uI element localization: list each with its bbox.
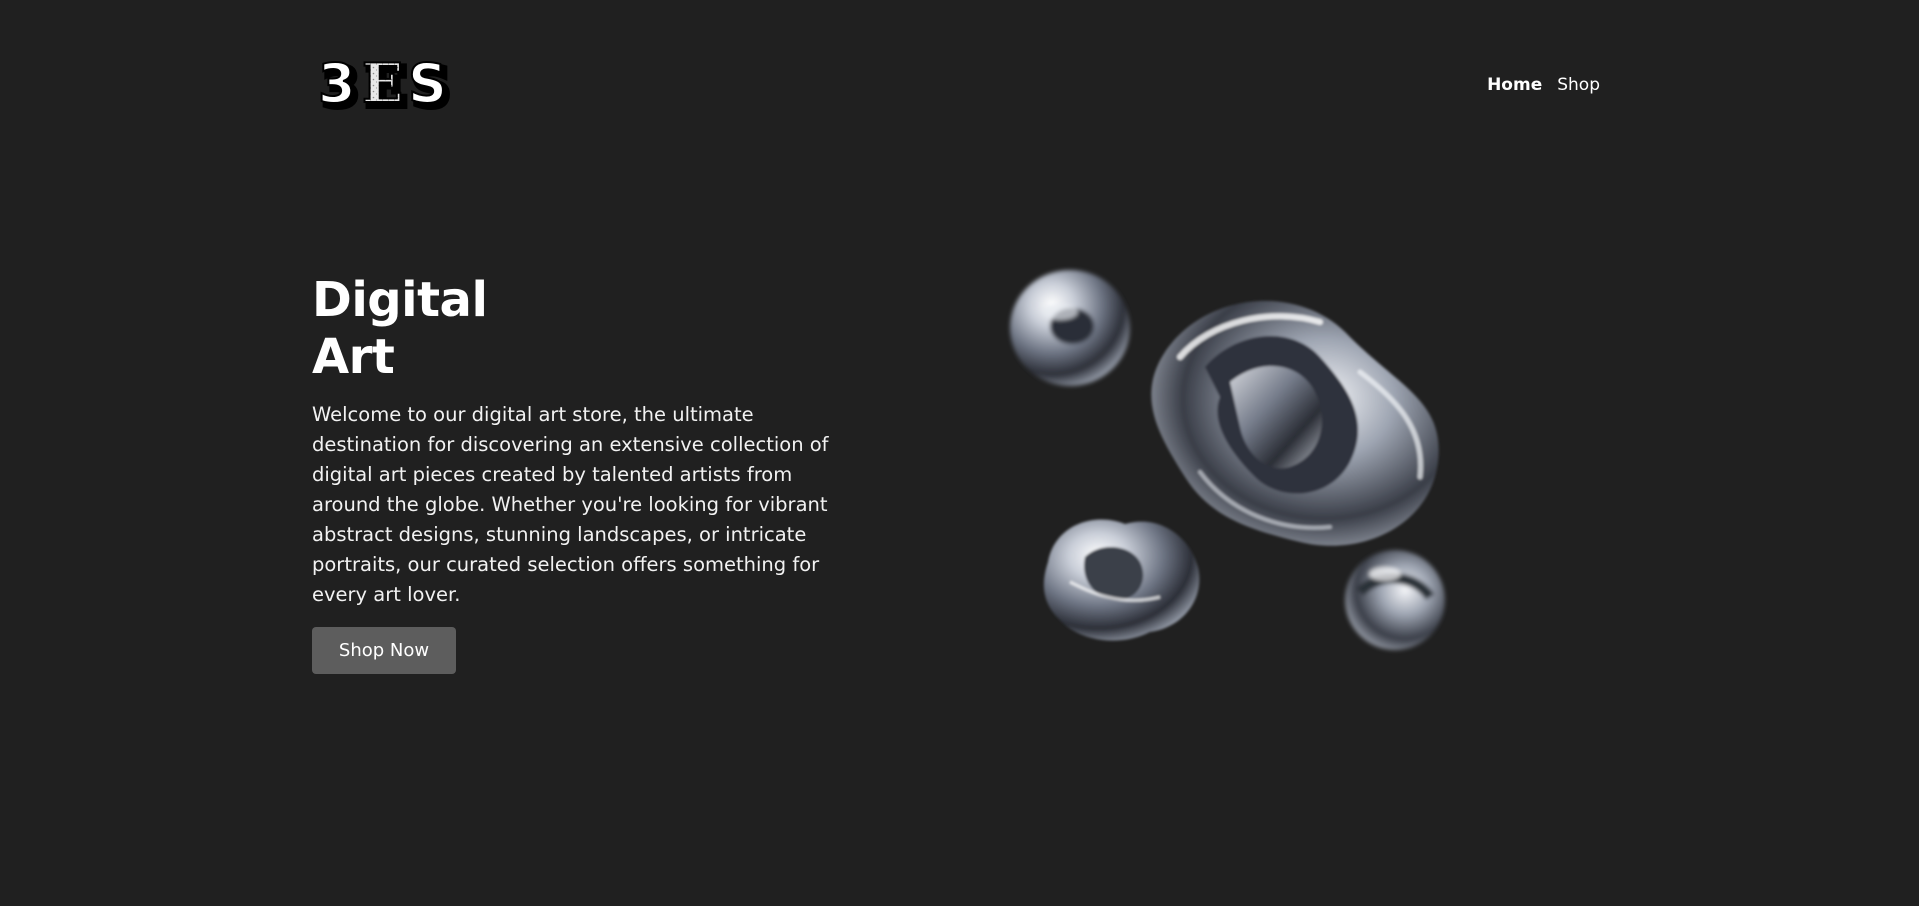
shop-now-button[interactable]: Shop Now [312,627,456,674]
chrome-sphere-small [1345,550,1445,650]
main-nav: Home Shop [1487,74,1600,96]
hero-title: Digital Art [312,272,488,386]
chrome-knot-main [1151,300,1439,546]
svg-text:S: S [408,54,447,115]
nav-shop-link[interactable]: Shop [1557,74,1600,96]
hero-title-line-2: Art [312,329,395,385]
svg-text:E: E [362,54,403,115]
nav-home-link[interactable]: Home [1487,74,1542,96]
logo-letter: 3 [318,54,356,115]
hero-title-line-1: Digital [312,272,488,328]
hero-description: Welcome to our digital art store, the ul… [312,403,829,606]
chrome-blob-crumpled [1043,519,1200,641]
brand-logo[interactable]: 3 E S 3 E S [318,54,464,118]
chrome-art-image [1010,270,1445,650]
page: 3 E S 3 E S Home Shop Digital Art Welcom… [0,0,1919,906]
chrome-torus-small [1010,270,1130,386]
